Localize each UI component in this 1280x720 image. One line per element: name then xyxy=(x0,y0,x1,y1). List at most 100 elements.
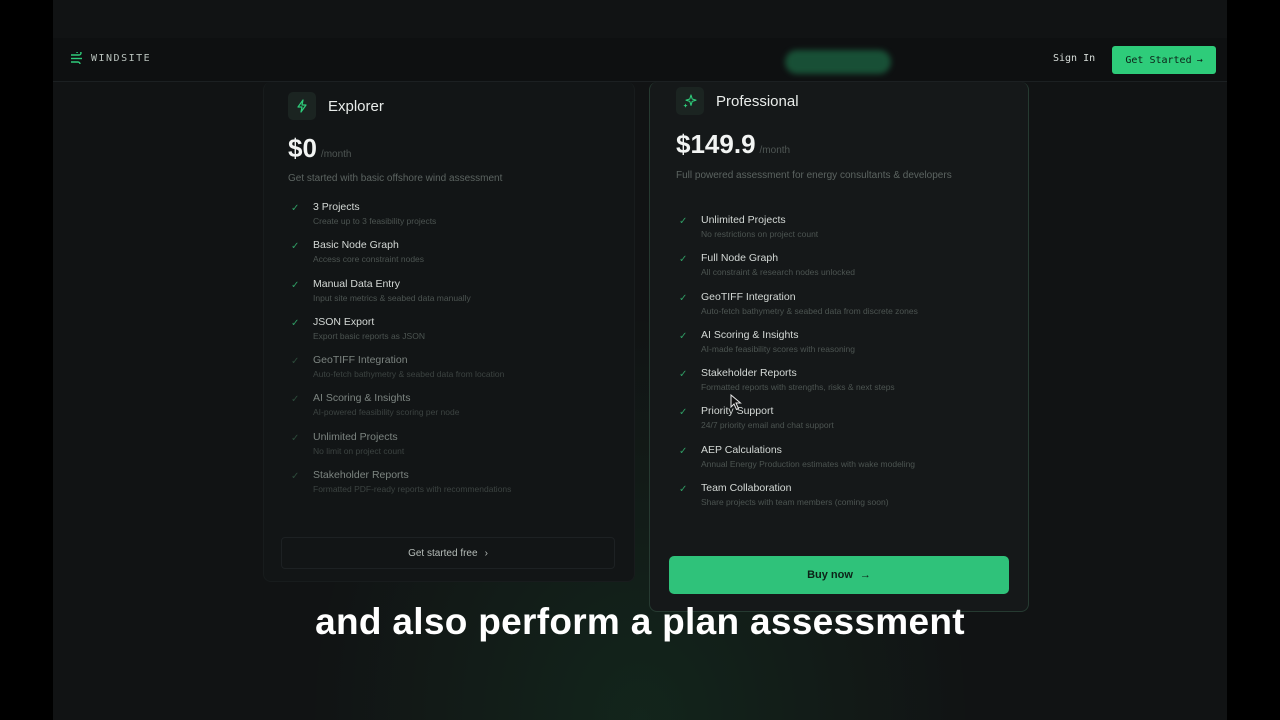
page-viewport: WINDSITE Sign In Get Started → Explorer … xyxy=(53,0,1227,720)
feature-subtitle: No limit on project count xyxy=(313,445,405,456)
check-icon: ✓ xyxy=(291,279,300,291)
feature-title: Basic Node Graph xyxy=(313,239,399,252)
feature-subtitle: Export basic reports as JSON xyxy=(313,330,425,341)
brand-logo[interactable]: WINDSITE xyxy=(70,52,151,64)
get-started-button[interactable]: Get Started → xyxy=(1112,46,1216,74)
feature-title: Stakeholder Reports xyxy=(701,367,797,380)
feature-title: Stakeholder Reports xyxy=(313,469,409,482)
feature-item: ✓ GeoTIFF Integration Auto-fetch bathymetr… xyxy=(676,291,1016,329)
lightning-icon xyxy=(297,99,307,113)
plan-name: Professional xyxy=(716,92,799,110)
feature-item: ✓ 3 Projects Create up to 3 feasibility pr… xyxy=(288,201,618,239)
sparkles-icon xyxy=(683,94,697,108)
feature-title: JSON Export xyxy=(313,315,375,328)
mouse-cursor-icon xyxy=(730,394,742,411)
plan-price: $0 xyxy=(288,133,317,163)
video-caption: and also perform a plan assessment xyxy=(315,601,965,642)
feature-title: AEP Calculations xyxy=(701,443,782,456)
feature-item-locked: ✓ Unlimited Projects No limit on project c… xyxy=(288,431,618,469)
feature-title: Manual Data Entry xyxy=(313,277,400,290)
feature-title: Unlimited Projects xyxy=(313,430,398,443)
top-navbar: WINDSITE Sign In Get Started → xyxy=(53,38,1227,82)
plan-header: Professional xyxy=(676,87,799,115)
feature-title: Team Collaboration xyxy=(701,482,792,495)
plan-price: $149.9 xyxy=(676,129,756,159)
feature-subtitle: Auto-fetch bathymetry & seabed data from… xyxy=(313,369,505,380)
feature-title: 3 Projects xyxy=(313,201,360,213)
feature-subtitle: Formatted reports with strengths, risks … xyxy=(701,382,895,393)
check-icon: ✓ xyxy=(679,445,688,457)
feature-subtitle: AI-powered feasibility scoring per node xyxy=(313,407,460,418)
check-icon: ✓ xyxy=(291,471,300,483)
plan-name: Explorer xyxy=(328,97,384,115)
check-icon: ✓ xyxy=(679,254,688,266)
get-started-free-label: Get started free xyxy=(408,547,478,559)
plan-price-row: $149.9 /month xyxy=(676,129,790,160)
buy-now-button[interactable]: Buy now → xyxy=(669,556,1009,594)
feature-item: ✓ Unlimited Projects No restrictions on pr… xyxy=(676,214,1016,252)
feature-subtitle: No restrictions on project count xyxy=(701,229,819,239)
check-icon: ✓ xyxy=(291,241,300,253)
plan-period: /month xyxy=(320,149,352,160)
check-icon: ✓ xyxy=(291,394,300,406)
feature-item: ✓ Basic Node Graph Access core constraint … xyxy=(288,239,618,277)
sign-in-link[interactable]: Sign In xyxy=(1053,53,1095,64)
feature-item: ✓ AI Scoring & Insights AI-made feasibilit… xyxy=(676,329,1016,367)
plan-header: Explorer xyxy=(288,92,384,120)
feature-subtitle: Formatted PDF-ready reports with recomme… xyxy=(313,484,512,495)
feature-title: Priority Support xyxy=(701,405,774,418)
check-icon: ✓ xyxy=(679,484,688,496)
feature-subtitle: Access core constraint nodes xyxy=(313,254,425,265)
feature-item: ✓ AEP Calculations Annual Energy Productio… xyxy=(676,444,1016,482)
feature-title: AI Scoring & Insights xyxy=(313,392,411,405)
plan-icon-badge xyxy=(676,87,704,115)
feature-item: ✓ Full Node Graph All constraint & researc… xyxy=(676,252,1016,290)
video-frame-right xyxy=(1227,0,1280,720)
feature-item: ✓ Team Collaboration Share projects with t… xyxy=(676,482,1016,520)
feature-item-locked: ✓ AI Scoring & Insights AI-powered feasibi… xyxy=(288,392,618,430)
feature-subtitle: 24/7 priority email and chat support xyxy=(701,420,834,431)
arrow-right-icon: → xyxy=(1196,54,1203,66)
check-icon: ✓ xyxy=(679,292,688,304)
check-icon: ✓ xyxy=(291,432,300,444)
plan-description: Get started with basic offshore wind ass… xyxy=(288,173,503,184)
feature-item-locked: ✓ GeoTIFF Integration Auto-fetch bathymetr… xyxy=(288,354,618,392)
feature-subtitle: AI-made feasibility scores with reasonin… xyxy=(701,343,856,354)
check-icon: ✓ xyxy=(679,216,688,227)
get-started-free-button[interactable]: Get started free › xyxy=(281,537,615,569)
wind-icon xyxy=(71,52,82,64)
plan-description: Full powered assessment for energy consu… xyxy=(676,170,952,181)
feature-subtitle: Annual Energy Production estimates with … xyxy=(701,458,916,469)
feature-subtitle: Input site metrics & seabed data manuall… xyxy=(313,292,471,303)
plan-card-explorer: Explorer $0 /month Get started with basi… xyxy=(263,82,635,582)
arrow-right-icon: → xyxy=(859,569,871,581)
feature-list: ✓ 3 Projects Create up to 3 feasibility pr… xyxy=(288,201,618,507)
feature-subtitle: Auto-fetch bathymetry & seabed data from… xyxy=(701,305,918,316)
buy-now-label: Buy now xyxy=(807,569,853,581)
check-icon: ✓ xyxy=(679,407,688,419)
feature-title: AI Scoring & Insights xyxy=(701,328,799,341)
feature-item: ✓ Priority Support 24/7 priority email and… xyxy=(676,405,1016,443)
feature-list: ✓ Unlimited Projects No restrictions on pr… xyxy=(676,214,1016,520)
check-icon: ✓ xyxy=(679,369,688,381)
feature-subtitle: Share projects with team members (coming… xyxy=(701,497,889,508)
feature-item-locked: ✓ Stakeholder Reports Formatted PDF-ready … xyxy=(288,469,618,507)
brand-name: WINDSITE xyxy=(91,52,152,64)
feature-subtitle: All constraint & research nodes unlocked xyxy=(701,267,856,278)
feature-title: GeoTIFF Integration xyxy=(701,290,796,303)
check-icon: ✓ xyxy=(291,203,300,214)
feature-item: ✓ JSON Export Export basic reports as JSON xyxy=(288,316,618,354)
feature-subtitle: Create up to 3 feasibility projects xyxy=(313,216,437,226)
feature-item: ✓ Stakeholder Reports Formatted reports wi… xyxy=(676,367,1016,405)
check-icon: ✓ xyxy=(679,330,688,342)
feature-title: Full Node Graph xyxy=(701,252,779,265)
get-started-label: Get Started xyxy=(1125,54,1192,66)
video-frame-left xyxy=(0,0,53,720)
plan-card-professional: Professional $149.9 /month Full powered … xyxy=(649,82,1029,612)
chevron-right-icon: › xyxy=(484,547,488,559)
check-icon: ✓ xyxy=(291,356,300,368)
feature-item: ✓ Manual Data Entry Input site metrics & s… xyxy=(288,278,618,316)
plan-price-row: $0 /month xyxy=(288,133,352,164)
feature-title: Unlimited Projects xyxy=(701,214,786,226)
plan-icon-badge xyxy=(288,92,316,120)
